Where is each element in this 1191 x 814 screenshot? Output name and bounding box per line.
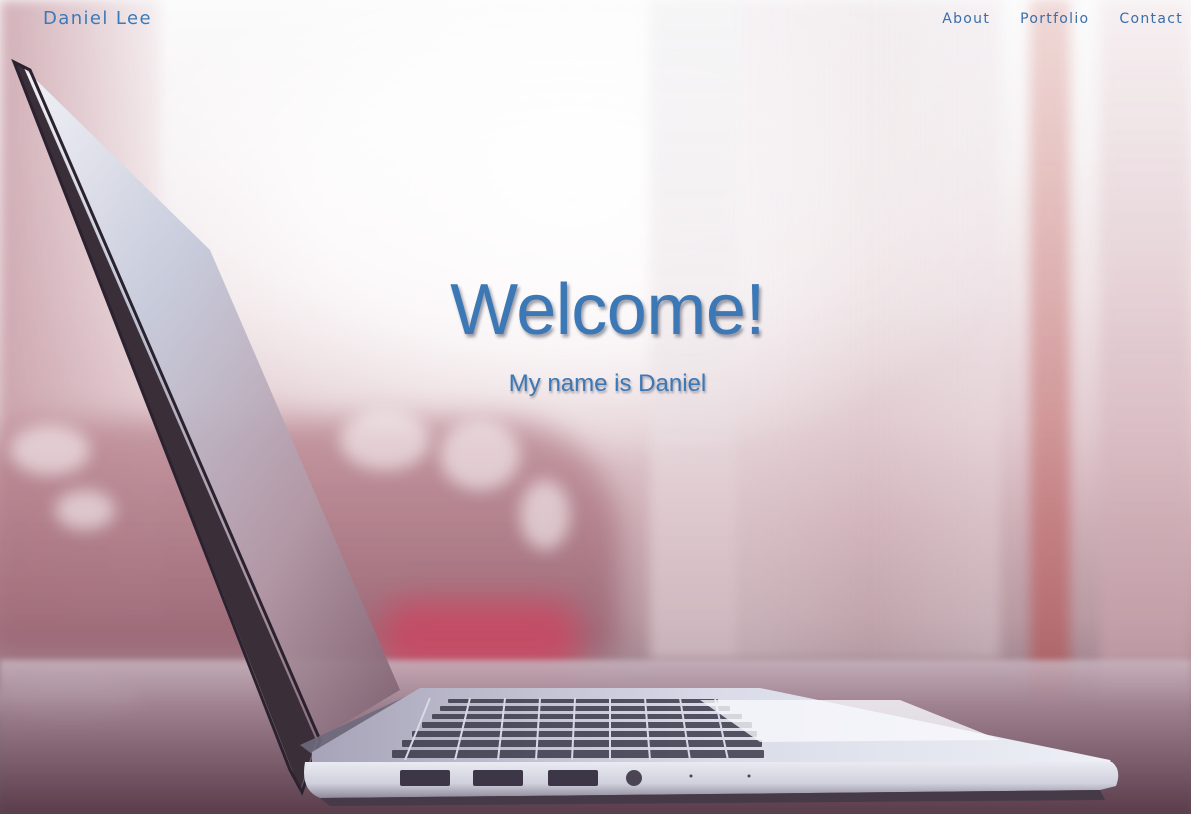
hero-title: Welcome! xyxy=(450,270,765,350)
hero-subtitle: My name is Daniel xyxy=(508,370,707,397)
brand-link[interactable]: Daniel Lee xyxy=(43,8,152,29)
laptop-icon xyxy=(11,58,1119,806)
nav-link-portfolio[interactable]: Portfolio xyxy=(1020,11,1089,27)
hero-text: Welcome! My name is Daniel xyxy=(0,268,1191,398)
page: Daniel Lee About Portfolio Contact Welco… xyxy=(0,0,1191,814)
nav-link-contact[interactable]: Contact xyxy=(1119,11,1183,27)
navbar: Daniel Lee About Portfolio Contact xyxy=(0,0,1191,38)
nav-links: About Portfolio Contact xyxy=(942,11,1183,27)
nav-link-about[interactable]: About xyxy=(942,11,990,27)
hero-background-photo xyxy=(0,0,1191,814)
